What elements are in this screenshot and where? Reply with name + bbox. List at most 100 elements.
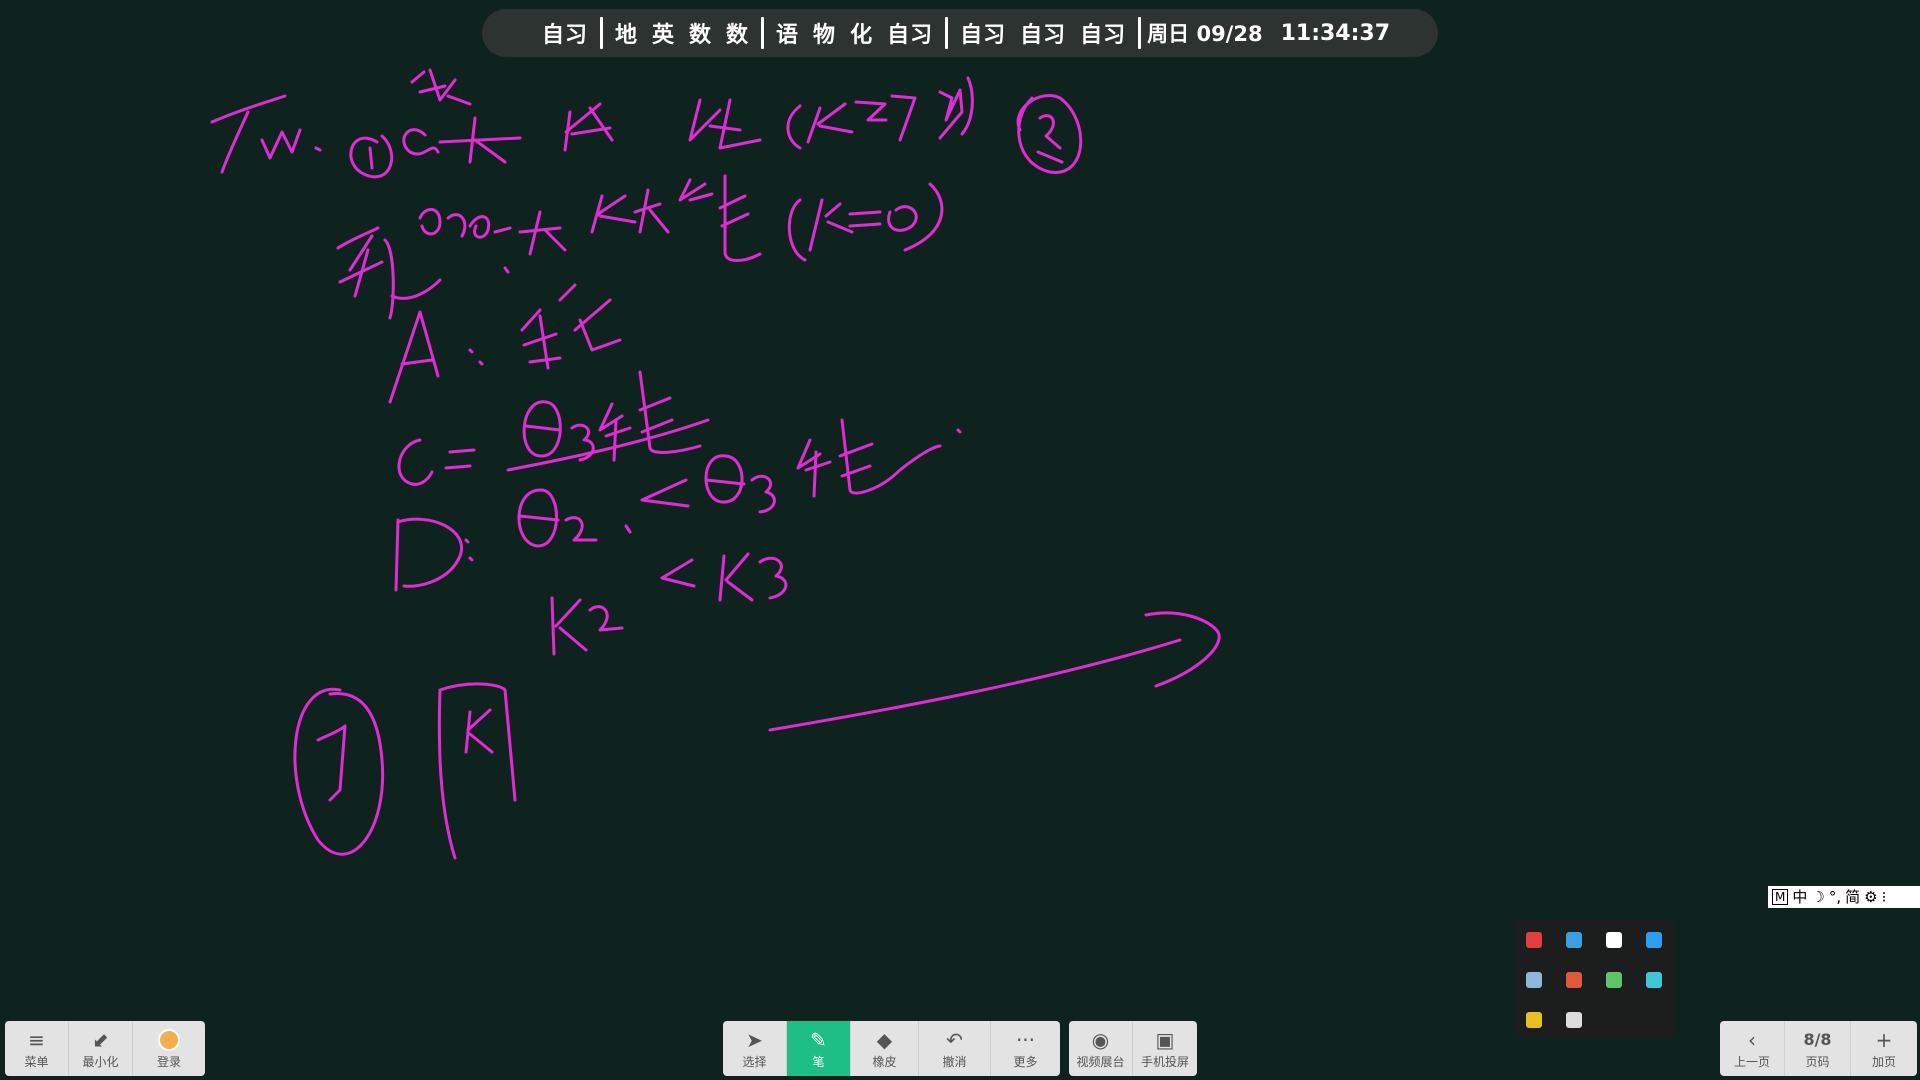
ink-stroke xyxy=(438,116,522,164)
ime-bar[interactable]: M 中 ☽ °, 简 ⚙ ⁝ xyxy=(1768,886,1920,908)
ink-stroke xyxy=(624,524,632,534)
menu-icon: ≡ xyxy=(28,1027,45,1052)
ink-stroke xyxy=(520,308,562,370)
ime-more-icon[interactable]: ⁝ xyxy=(1882,886,1887,908)
tray-item[interactable] xyxy=(1566,932,1582,948)
page-number: 8/8 xyxy=(1803,1029,1832,1049)
ink-stroke xyxy=(468,348,484,366)
ink-stroke xyxy=(394,517,464,592)
screen-cast-button[interactable]: ▣ 手机投屏 xyxy=(1133,1021,1197,1076)
screen-cast-label: 手机投屏 xyxy=(1140,1054,1189,1069)
select-tool-button[interactable]: ➤ 选择 xyxy=(723,1021,787,1076)
ink-stroke xyxy=(517,488,560,548)
ink-stroke xyxy=(464,538,474,562)
tray-item[interactable] xyxy=(1566,1012,1582,1028)
tray-item[interactable] xyxy=(1526,972,1542,988)
ink-stroke xyxy=(718,552,754,602)
prev-page-label: 上一页 xyxy=(1733,1054,1770,1069)
ink-stroke xyxy=(786,104,802,150)
security-icon xyxy=(1606,972,1622,988)
ink-stroke xyxy=(437,682,517,860)
ink-stroke xyxy=(960,76,974,136)
ink-stroke xyxy=(678,174,762,262)
volume-icon xyxy=(1566,972,1582,988)
ink-stroke xyxy=(468,215,512,239)
ink-stroke xyxy=(558,283,622,352)
page-number-button[interactable]: 8/8 页码 xyxy=(1785,1021,1851,1076)
add-page-label: 加页 xyxy=(1871,1054,1896,1069)
ink-stroke xyxy=(854,100,888,122)
pen-label: 笔 xyxy=(812,1054,825,1069)
ink-stroke xyxy=(588,605,624,632)
select-label: 选择 xyxy=(742,1054,767,1069)
ink-stroke xyxy=(796,438,832,498)
chevron-left-icon: ‹ xyxy=(1748,1027,1756,1052)
system-tray-panel xyxy=(1514,920,1674,1038)
tray-item[interactable] xyxy=(1566,972,1582,988)
ink-stroke xyxy=(660,558,696,588)
ink-stroke xyxy=(887,205,918,232)
ink-stroke xyxy=(633,188,670,234)
pen-tool-button[interactable]: ✎ 笔 xyxy=(787,1021,851,1076)
login-label: 登录 xyxy=(156,1054,181,1069)
tray-item[interactable] xyxy=(1646,932,1662,948)
drawing-canvas[interactable] xyxy=(0,0,1920,1080)
prev-page-button[interactable]: ‹ 上一页 xyxy=(1720,1021,1785,1076)
ink-stroke xyxy=(564,516,598,542)
ime-punctuation-icon[interactable]: °, xyxy=(1829,886,1841,908)
ink-stroke xyxy=(402,128,440,156)
page-toolbar: ‹ 上一页 8/8 页码 + 加页 xyxy=(1720,1021,1917,1076)
eraser-label: 橡皮 xyxy=(872,1054,897,1069)
tray-item[interactable] xyxy=(1526,932,1542,948)
ime-settings-icon[interactable]: ⚙ xyxy=(1864,886,1877,908)
video-booth-label: 视频展台 xyxy=(1076,1054,1125,1069)
ink-stroke xyxy=(518,210,567,256)
add-page-button[interactable]: + 加页 xyxy=(1851,1021,1917,1076)
ink-stroke xyxy=(787,198,807,262)
ink-stroke xyxy=(410,68,472,106)
ink-stroke xyxy=(336,226,384,298)
tray-item[interactable] xyxy=(1606,932,1622,948)
ink-stroke xyxy=(1144,611,1221,688)
ink-stroke xyxy=(808,198,854,252)
user-app-icon xyxy=(1526,1012,1542,1028)
ime-language[interactable]: 中 xyxy=(1792,886,1807,908)
more-icon: ··· xyxy=(1015,1027,1036,1052)
video-booth-button[interactable]: ◉ 视频展台 xyxy=(1069,1021,1133,1076)
avatar xyxy=(158,1028,180,1051)
grid-app-icon xyxy=(1606,932,1622,948)
ink-stroke xyxy=(848,210,882,228)
undo-icon: ↶ xyxy=(946,1027,963,1052)
camera-icon: ◉ xyxy=(1091,1027,1110,1052)
ink-stroke xyxy=(750,474,776,514)
tray-item[interactable] xyxy=(1606,972,1622,988)
tray-item[interactable] xyxy=(1646,972,1662,988)
media-toolbar: ◉ 视频展台 ▣ 手机投屏 xyxy=(1069,1021,1197,1076)
ink-stroke xyxy=(1036,114,1064,164)
ink-stroke xyxy=(397,438,434,486)
login-button[interactable]: 登录 xyxy=(133,1021,205,1076)
minimize-button[interactable]: ⬋ 最小化 xyxy=(69,1021,133,1076)
ime-mode-icon[interactable]: M xyxy=(1772,889,1789,905)
l-app-icon xyxy=(1646,932,1662,948)
ink-stroke xyxy=(260,128,302,160)
ink-stroke xyxy=(220,110,250,174)
ime-moon-icon[interactable]: ☽ xyxy=(1811,886,1824,908)
tray-item[interactable] xyxy=(1526,1012,1542,1028)
cursor-icon: ➤ xyxy=(746,1027,763,1052)
ink-stroke xyxy=(590,194,637,234)
avatar-icon xyxy=(158,1028,180,1053)
eraser-tool-button[interactable]: ◆ 橡皮 xyxy=(851,1021,919,1076)
undo-button[interactable]: ↶ 撤消 xyxy=(919,1021,991,1076)
menu-button[interactable]: ≡ 菜单 xyxy=(5,1021,69,1076)
ink-stroke xyxy=(210,94,287,124)
ime-simplified[interactable]: 简 xyxy=(1845,886,1860,908)
page-number-label: 页码 xyxy=(1805,1054,1830,1069)
ink-stroke xyxy=(704,454,746,504)
ink-stroke xyxy=(444,448,476,470)
pen-icon: ✎ xyxy=(810,1027,827,1052)
more-button[interactable]: ··· 更多 xyxy=(991,1021,1060,1076)
display-icon xyxy=(1566,1012,1582,1028)
ink-stroke xyxy=(768,638,1182,732)
ink-stroke xyxy=(890,88,964,142)
